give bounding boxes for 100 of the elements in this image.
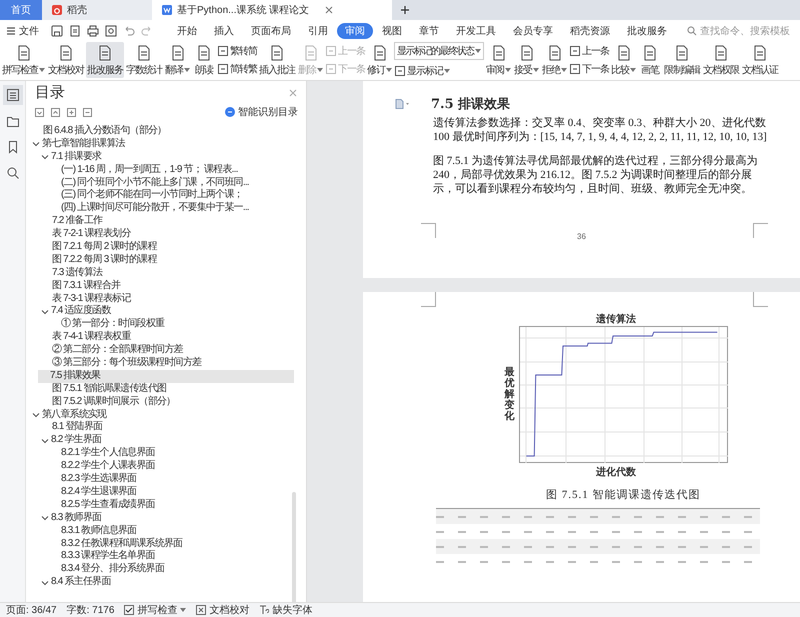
toc-item[interactable]: 8.2.4 学生退课界面 xyxy=(26,486,306,499)
ribbon-tab[interactable]: 会员专享 xyxy=(505,23,561,39)
font-icon xyxy=(259,605,270,615)
chevron-icon[interactable] xyxy=(41,436,49,445)
toc-item[interactable]: 8.3.1 教师信息界面 xyxy=(26,524,306,538)
toolbar-button[interactable]: 字数统计 xyxy=(125,42,163,78)
ribbon-tab[interactable]: 插入 xyxy=(206,23,242,39)
toc-item[interactable]: 7.3 遗传算法 xyxy=(26,266,306,280)
smart-toc-icon xyxy=(225,107,235,117)
file-menu[interactable]: 文件 xyxy=(6,24,39,38)
toc-item[interactable]: 7.4 适应度函数 xyxy=(26,305,306,318)
close-icon[interactable] xyxy=(324,5,334,15)
paragraph-menu-icon[interactable] xyxy=(395,99,409,109)
preview-icon[interactable] xyxy=(105,25,117,37)
toc-item[interactable]: ① 第一部分：时间段权重 xyxy=(26,318,306,332)
ribbon-tab[interactable]: 章节 xyxy=(411,23,447,39)
toc-item[interactable]: 8.2 学生界面 xyxy=(26,434,306,448)
toolbar-button[interactable]: 繁转简 xyxy=(217,44,257,58)
missing-fonts-button[interactable]: 缺失字体 xyxy=(259,603,312,617)
print-icon[interactable] xyxy=(87,25,99,37)
command-search-field[interactable]: 查找命令、搜索模板 xyxy=(687,26,800,36)
toolbar-button[interactable]: 修订 xyxy=(366,42,393,78)
new-tab-icon[interactable] xyxy=(400,5,410,15)
toolbar-button[interactable]: 下一条 xyxy=(569,62,609,76)
add-icon[interactable] xyxy=(67,108,76,116)
toc-item[interactable]: 图 7.2.2 每周 3 课时的课程 xyxy=(26,254,306,267)
toc-item[interactable]: (二) 同个班同个小节不能上多门课，不同班同... xyxy=(26,176,306,190)
page-icon xyxy=(16,45,32,61)
toc-item[interactable]: (三) 同个老师不能在同一小节同时上两个课； xyxy=(26,189,306,202)
toc-item[interactable]: 表 7-3-1 课程表标记 xyxy=(26,292,306,306)
toolbar-button[interactable]: 简转繁 xyxy=(217,62,257,76)
toc-item[interactable]: 表 7-4-1 课程表权重 xyxy=(26,331,306,344)
toc-item[interactable]: 8.2.3 学生选课界面 xyxy=(26,473,306,486)
toc-item[interactable]: 8.3.3 课程学生名单界面 xyxy=(26,550,306,564)
toc-item[interactable]: 8.1 登陆界面 xyxy=(26,421,306,434)
ribbon-tab[interactable]: 开始 xyxy=(169,23,205,39)
home-tab[interactable]: 首页 xyxy=(0,0,42,20)
toolbar-button[interactable]: 拒绝 xyxy=(541,42,568,78)
smart-toc-button[interactable]: 智能识别目录 xyxy=(225,105,298,119)
toolbar-button[interactable]: 文档权限 xyxy=(702,42,740,78)
document-tab[interactable]: 基于Python...课系统 课程论文 xyxy=(152,0,392,20)
toolbar-button[interactable]: 批改服务 xyxy=(86,42,124,78)
toolbar-button[interactable]: 显示标记 xyxy=(394,64,484,78)
toolbar-button[interactable]: 朗读 xyxy=(192,42,216,78)
toolbar-button[interactable]: 拼写检查 xyxy=(1,42,46,78)
toc-item[interactable]: 图 7.2.1 每周 2 课时的课程 xyxy=(26,241,306,254)
ribbon-tab[interactable]: 审阅 xyxy=(337,23,373,39)
toc-item[interactable]: 图 7.5.1 智能调课遗传迭代图 xyxy=(26,382,306,396)
toolbar-button[interactable]: 限制编辑 xyxy=(663,42,701,78)
chevron-icon[interactable] xyxy=(41,308,49,316)
contents-icon[interactable] xyxy=(2,85,22,105)
toc-item[interactable]: 8.3.2 任教课程和调课系统界面 xyxy=(26,538,306,550)
toolbar-button[interactable]: 插入批注 xyxy=(258,42,296,78)
toc-item[interactable]: 8.2.2 学生个人课表界面 xyxy=(26,460,306,474)
toc-item[interactable]: 8.3 教师界面 xyxy=(26,512,306,525)
toc-item[interactable]: 8.2.5 学生查看成绩界面 xyxy=(26,498,306,512)
chevron-icon[interactable] xyxy=(41,514,49,522)
toc-item[interactable]: 图 7.3.1 课程合并 xyxy=(26,280,306,293)
chevron-icon[interactable] xyxy=(41,578,49,587)
ribbon-tab[interactable]: 稻壳资源 xyxy=(562,23,618,39)
toolbar-button[interactable]: 翻译 xyxy=(164,42,191,78)
collapse-icon[interactable] xyxy=(35,108,44,116)
save-icon[interactable] xyxy=(51,25,63,37)
spell-check-toggle[interactable]: 拼写检查 xyxy=(124,603,186,617)
markup-dropdown[interactable]: 显示标记的最终状态 xyxy=(394,42,484,60)
toolbar-button[interactable]: 接受 xyxy=(513,42,540,78)
ribbon-tab[interactable]: 引用 xyxy=(300,23,336,39)
toc-item[interactable]: ③ 第三部分：每个班级课程时间方差 xyxy=(26,357,306,370)
toc-item[interactable]: 7.1 排课要求 xyxy=(26,150,306,164)
ribbon-tab[interactable]: 开发工具 xyxy=(448,23,504,39)
ribbon-tab[interactable]: 视图 xyxy=(374,23,410,39)
toolbar-button[interactable]: 比较 xyxy=(610,42,637,78)
toc-item[interactable]: 7.5 排课效果 xyxy=(38,370,294,383)
undo-icon[interactable] xyxy=(123,25,135,37)
toc-item[interactable]: 8.2.1 学生个人信息界面 xyxy=(26,447,306,460)
export-icon[interactable] xyxy=(69,25,81,37)
toolbar-button[interactable]: 审阅 xyxy=(485,42,512,78)
toc-item[interactable]: 8.3.4 登分、排分系统界面 xyxy=(26,563,306,576)
remove-icon[interactable] xyxy=(83,108,92,116)
box-icon xyxy=(217,45,229,57)
toc-item[interactable]: 第七章智能排课算法 xyxy=(26,138,306,151)
toc-item[interactable]: 第八章系统实现 xyxy=(26,408,306,422)
ribbon-tab[interactable]: 批改服务 xyxy=(619,23,675,39)
toc-item[interactable]: 图 7.5.2 调课时间展示（部分） xyxy=(26,396,306,409)
expand-icon[interactable] xyxy=(51,108,60,116)
toc-item[interactable]: 8.4 系主任界面 xyxy=(26,576,306,590)
toc-item[interactable]: 表 7-2-1 课程表划分 xyxy=(26,228,306,242)
app-tab[interactable]: 稻壳 xyxy=(42,0,152,20)
toc-item[interactable]: (一) 1-16 周，周一到周五，1-9 节； 课程表... xyxy=(26,164,306,177)
toc-item[interactable]: ② 第二部分：全部课程时间方差 xyxy=(26,344,306,358)
chevron-icon[interactable] xyxy=(32,411,40,420)
toolbar-button[interactable]: 文档校对 xyxy=(47,42,85,78)
ribbon-tab[interactable]: 页面布局 xyxy=(243,23,299,39)
toc-item[interactable]: (四) 上课时间尽可能分散开，不要集中于某一... xyxy=(26,202,306,216)
toolbar-button[interactable]: 画笔 xyxy=(638,42,662,78)
toc-item[interactable]: 图 6.4.8 插入分数语句（部分） xyxy=(26,125,306,138)
toolbar-button[interactable]: 上一条 xyxy=(569,44,609,58)
proofread-button[interactable]: 文档校对 xyxy=(196,603,250,617)
toc-item[interactable]: 7.2 准备工作 xyxy=(26,215,306,228)
toolbar-button[interactable]: 文档认证 xyxy=(741,42,779,78)
